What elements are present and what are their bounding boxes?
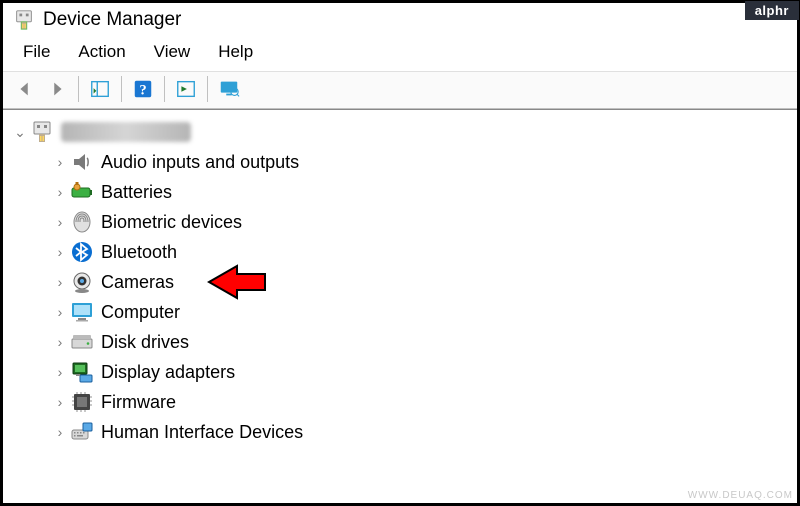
expand-icon[interactable]: › xyxy=(51,304,69,320)
tree-item-label[interactable]: Firmware xyxy=(101,392,176,413)
expand-icon[interactable]: › xyxy=(51,364,69,380)
tree-item-biometric[interactable]: › Biometric devices xyxy=(7,207,793,237)
expand-icon[interactable]: › xyxy=(51,184,69,200)
tree-item-label[interactable]: Cameras xyxy=(101,272,174,293)
tree-item-audio[interactable]: › Audio inputs and outputs xyxy=(7,147,793,177)
help-button[interactable]: ? xyxy=(129,76,157,102)
separator xyxy=(164,76,165,102)
monitor-button[interactable] xyxy=(215,76,243,102)
show-hide-console-tree-button[interactable] xyxy=(86,76,114,102)
firmware-icon xyxy=(69,389,95,415)
tree-item-camera[interactable]: › Cameras xyxy=(7,267,793,297)
menu-bar: File Action View Help xyxy=(3,35,797,71)
back-button[interactable] xyxy=(11,76,39,102)
brand-badge: alphr xyxy=(745,1,799,20)
expand-icon[interactable]: › xyxy=(51,334,69,350)
watermark: WWW.DEUAQ.COM xyxy=(688,490,793,501)
expand-collapse-icon[interactable]: ⌄ xyxy=(11,124,29,141)
tree-item-label[interactable]: Audio inputs and outputs xyxy=(101,152,299,173)
camera-icon xyxy=(69,269,95,295)
device-manager-icon xyxy=(13,9,35,31)
tree-item-label[interactable]: Disk drives xyxy=(101,332,189,353)
tree-item-label[interactable]: Human Interface Devices xyxy=(101,422,303,443)
scan-hardware-button[interactable] xyxy=(172,76,200,102)
disk-icon xyxy=(69,329,95,355)
battery-icon xyxy=(69,179,95,205)
expand-icon[interactable]: › xyxy=(51,424,69,440)
computer-name-redacted[interactable] xyxy=(61,122,191,142)
highlight-arrow xyxy=(207,263,267,301)
biometric-icon xyxy=(69,209,95,235)
tree-item-label[interactable]: Batteries xyxy=(101,182,172,203)
tree-item-battery[interactable]: › Batteries xyxy=(7,177,793,207)
tree-item-label[interactable]: Display adapters xyxy=(101,362,235,383)
tree-item-hid[interactable]: › Human Interface Devices xyxy=(7,417,793,447)
computer-root-icon xyxy=(29,119,55,145)
svg-text:?: ? xyxy=(139,83,146,99)
menu-help[interactable]: Help xyxy=(204,39,267,65)
menu-action[interactable]: Action xyxy=(64,39,139,65)
tree-item-label[interactable]: Computer xyxy=(101,302,180,323)
computer-icon xyxy=(69,299,95,325)
expand-icon[interactable]: › xyxy=(51,154,69,170)
separator xyxy=(78,76,79,102)
toolbar: ? xyxy=(3,71,797,109)
tree-item-disk[interactable]: › Disk drives xyxy=(7,327,793,357)
expand-icon[interactable]: › xyxy=(51,214,69,230)
bluetooth-icon xyxy=(69,239,95,265)
tree-item-bluetooth[interactable]: › Bluetooth xyxy=(7,237,793,267)
menu-view[interactable]: View xyxy=(140,39,205,65)
audio-icon xyxy=(69,149,95,175)
separator xyxy=(207,76,208,102)
tree-item-label[interactable]: Biometric devices xyxy=(101,212,242,233)
tree-item-display[interactable]: › Display adapters xyxy=(7,357,793,387)
hid-icon xyxy=(69,419,95,445)
device-tree: ⌄ › Audio inputs and outputs › Batteries › Bio… xyxy=(3,109,797,455)
forward-button[interactable] xyxy=(43,76,71,102)
expand-icon[interactable]: › xyxy=(51,274,69,290)
tree-item-label[interactable]: Bluetooth xyxy=(101,242,177,263)
tree-item-computer[interactable]: › Computer xyxy=(7,297,793,327)
title-bar: Device Manager xyxy=(3,3,797,35)
menu-file[interactable]: File xyxy=(9,39,64,65)
tree-item-firmware[interactable]: › Firmware xyxy=(7,387,793,417)
separator xyxy=(121,76,122,102)
expand-icon[interactable]: › xyxy=(51,394,69,410)
window-frame: alphr Device Manager File Action View He… xyxy=(0,0,800,506)
display-icon xyxy=(69,359,95,385)
window-title: Device Manager xyxy=(43,9,181,31)
expand-icon[interactable]: › xyxy=(51,244,69,260)
